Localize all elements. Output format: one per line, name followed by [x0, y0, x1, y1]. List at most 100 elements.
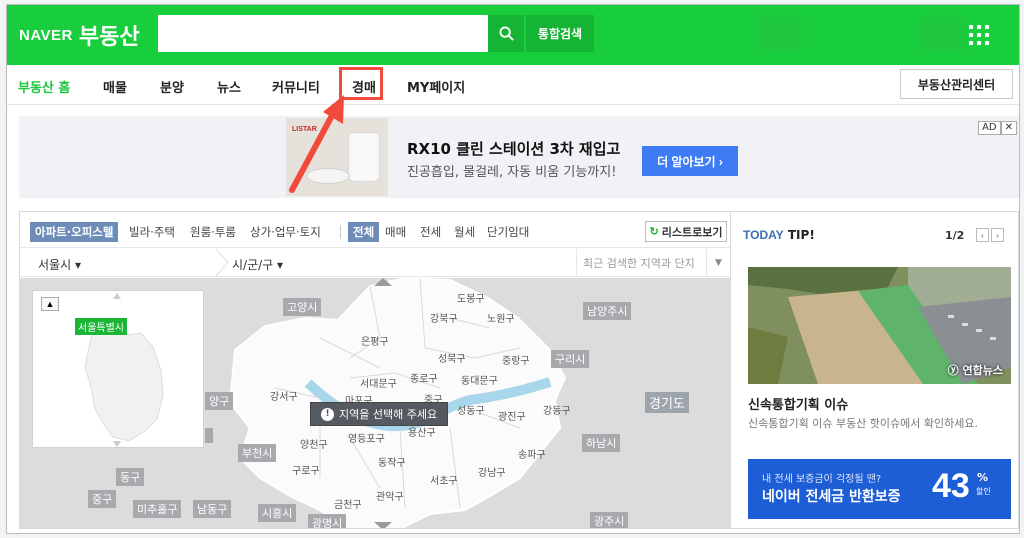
district-label[interactable]: 관악구 [376, 488, 404, 503]
blurred-element [757, 17, 801, 51]
nav-mypage[interactable]: MY페이지 [407, 77, 465, 96]
district-label[interactable]: 영등포구 [348, 430, 385, 445]
ad-title: RX10 클린 스테이션 3차 재입고 [407, 140, 621, 158]
nav-listings[interactable]: 매물 [103, 77, 127, 96]
filter-villa[interactable]: 빌라·주택 [129, 222, 175, 242]
district-label[interactable]: 용산구 [408, 424, 436, 439]
region-label[interactable]: 광주시 [590, 512, 629, 528]
search-button[interactable] [488, 15, 524, 52]
district-label[interactable]: 노원구 [487, 310, 515, 325]
district-label[interactable]: 종로구 [410, 370, 438, 385]
naver-logo: NAVER [19, 26, 73, 44]
region-label[interactable]: 남동구 [193, 500, 232, 518]
list-view-label: 리스트로보기 [661, 226, 723, 239]
district-label[interactable]: 송파구 [518, 446, 546, 461]
today-tip-panel: TODAY TIP! 1/2 ‹ › ⓨ 연합뉴스 신속통합기획 이슈 신속통합… [731, 211, 1019, 529]
trade-short[interactable]: 단기임대 [487, 222, 529, 242]
region-label[interactable]: 경기도 [645, 392, 689, 413]
prev-tip-button[interactable]: ‹ [976, 228, 989, 242]
district-label[interactable]: 강북구 [430, 310, 458, 325]
tooltip-text: 지역을 선택해 주세요 [339, 408, 438, 421]
city-select[interactable]: 서울시 ▾ [38, 256, 81, 273]
ad-label: AD [978, 121, 1001, 135]
header: NAVER 부동산 통합검색 [7, 5, 1019, 65]
manager-center-button[interactable]: 부동산관리센터 [900, 69, 1013, 99]
main-nav: 부동산 홈 매물 분양 뉴스 커뮤니티 경매 MY페이지 부동산관리센터 [7, 65, 1019, 105]
image-credit: ⓨ 연합뉴스 [947, 364, 1003, 377]
trade-all[interactable]: 전체 [348, 222, 380, 242]
district-select-label: 시/군/구 [232, 258, 274, 272]
region-label[interactable]: 하남시 [582, 434, 621, 452]
trade-jeonse[interactable]: 전세 [420, 222, 441, 242]
region-label[interactable]: 동구 [116, 468, 145, 486]
region-label[interactable]: 남양주시 [583, 302, 632, 320]
district-label[interactable]: 성북구 [438, 350, 466, 365]
ad-brand: LISTAR [292, 126, 317, 133]
jeonse-guarantee-banner[interactable]: 내 전세 보증금이 걱정될 땐? 네이버 전세금 반환보증 43 % 할인 [748, 459, 1011, 519]
select-region-tooltip: ! 지역을 선택해 주세요 [310, 402, 449, 426]
breadcrumb-separator [216, 249, 229, 276]
district-label[interactable]: 서초구 [430, 472, 458, 487]
region-label[interactable]: 구리시 [551, 350, 590, 368]
region-label[interactable]: 양구 [205, 392, 234, 410]
district-label[interactable]: 은평구 [361, 333, 389, 348]
district-label[interactable]: 강남구 [478, 464, 506, 479]
banner-percent-sign: % [977, 471, 989, 484]
region-label[interactable]: 시흥시 [258, 504, 297, 522]
district-label[interactable]: 동작구 [378, 454, 406, 469]
nav-home[interactable]: 부동산 홈 [18, 77, 70, 96]
district-label[interactable]: 성동구 [457, 402, 485, 417]
list-view-button[interactable]: ↻ 리스트로보기 [645, 221, 727, 242]
refresh-icon: ↻ [649, 226, 659, 238]
city-select-label: 서울시 [38, 258, 72, 272]
district-select[interactable]: 시/군/구 ▾ [232, 256, 283, 273]
nav-news[interactable]: 뉴스 [217, 77, 241, 96]
filter-apartment[interactable]: 아파트·오피스텔 [30, 222, 119, 242]
blurred-profile[interactable] [920, 17, 964, 51]
district-label[interactable]: 도봉구 [457, 290, 485, 305]
district-label[interactable]: 광진구 [498, 408, 526, 423]
banner-percent: 43 [932, 467, 970, 505]
unified-search-button[interactable]: 통합검색 [526, 15, 594, 52]
district-label[interactable]: 금천구 [334, 496, 362, 511]
ad-subtitle: 진공흡입, 물걸레, 자동 비움 기능까지! [407, 165, 617, 180]
ad-learn-more-button[interactable]: 더 알아보기 › [642, 146, 738, 176]
filter-oneroom[interactable]: 원룸·투룸 [190, 222, 236, 242]
ad-banner[interactable]: LISTAR RX10 클린 스테이션 3차 재입고 진공흡입, 물걸레, 자동… [19, 116, 1019, 198]
next-tip-button[interactable]: › [991, 228, 1004, 242]
district-label[interactable]: 양천구 [300, 436, 328, 451]
tip-image[interactable]: ⓨ 연합뉴스 [748, 267, 1011, 384]
district-label[interactable]: 구로구 [292, 462, 320, 477]
naver-real-estate-logo[interactable]: NAVER 부동산 [19, 19, 140, 51]
district-label[interactable]: 중랑구 [502, 352, 530, 367]
ad-badge[interactable]: AD ✕ [978, 121, 1017, 135]
district-label[interactable]: 강서구 [270, 388, 298, 403]
filter-commercial[interactable]: 상가·업무·토지 [250, 222, 321, 242]
nav-presale[interactable]: 분양 [160, 77, 184, 96]
district-label[interactable]: 서대문구 [360, 375, 397, 390]
district-label[interactable]: 동대문구 [461, 372, 498, 387]
recent-search-select[interactable]: 최근 검색한 지역과 단지 ▼ [576, 249, 730, 276]
region-label[interactable]: 미추홀구 [133, 500, 182, 518]
region-label[interactable]: 부천시 [238, 444, 277, 462]
region-label[interactable]: 광명시 [308, 514, 347, 528]
mini-map-seoul-label[interactable]: 서울특별시 [75, 318, 127, 335]
district-label[interactable]: 강동구 [543, 402, 571, 417]
map-canvas[interactable]: 고양시 남양주시 구리시 경기도 하남시 부천시 동구 중구 미추홀구 남동구 … [20, 278, 730, 528]
region-label[interactable]: 중구 [88, 490, 117, 508]
ad-product-image: LISTAR [286, 118, 388, 196]
region-label[interactable]: 고양시 [283, 298, 322, 316]
app-grid-icon[interactable] [969, 25, 989, 45]
trade-sale[interactable]: 매매 [385, 222, 406, 242]
chevron-left-icon: ‹ [981, 230, 984, 240]
tip-caption[interactable]: 신속통합기획 이슈 [748, 394, 848, 413]
banner-percent-label: 할인 [976, 487, 991, 496]
chevron-down-icon: ▼ [706, 249, 730, 276]
nav-community[interactable]: 커뮤니티 [272, 77, 320, 96]
tip-description[interactable]: 신속통합기획 이슈 부동산 핫이슈에서 확인하세요. [748, 415, 978, 431]
ad-close-icon[interactable]: ✕ [1000, 121, 1017, 135]
trade-monthly[interactable]: 월세 [454, 222, 475, 242]
korea-outline [84, 293, 164, 447]
korea-mini-map[interactable]: ▲ 서울특별시 [32, 290, 204, 448]
search-input[interactable] [158, 15, 488, 52]
